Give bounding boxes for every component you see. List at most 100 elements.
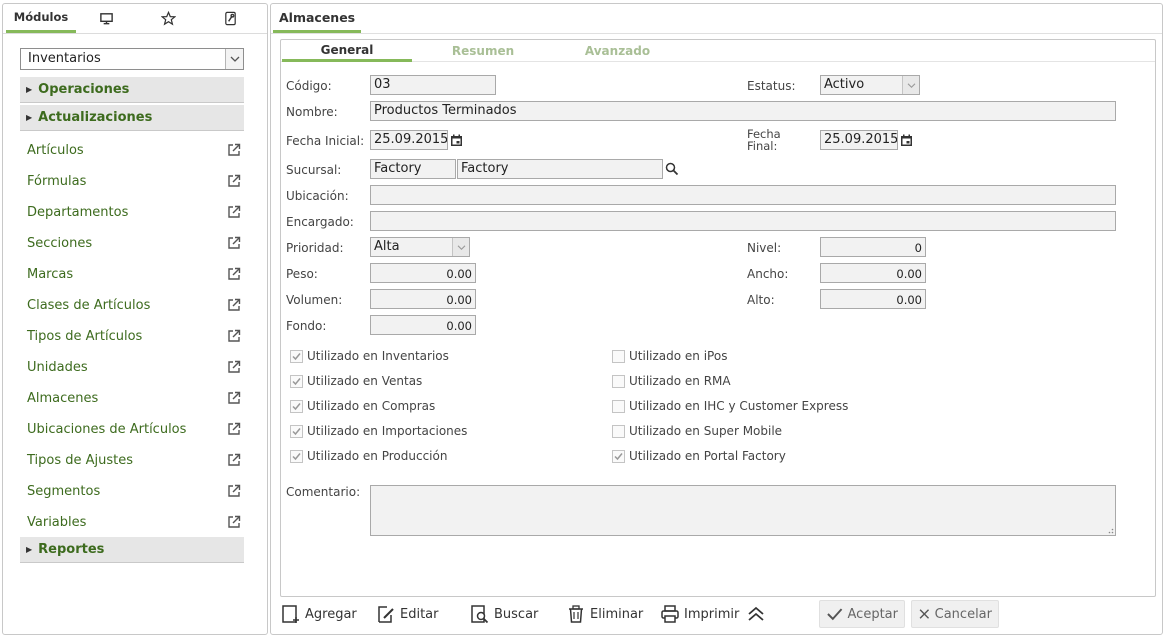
checkbox[interactable] xyxy=(290,374,303,388)
external-link-icon[interactable] xyxy=(227,453,241,467)
buscar-button[interactable]: Buscar xyxy=(470,600,538,628)
checkbox-row[interactable]: Utilizado en Producción xyxy=(290,448,447,464)
checkbox[interactable] xyxy=(290,349,303,363)
nav-item[interactable]: Marcas xyxy=(27,264,241,284)
volumen-field[interactable]: 0.00 xyxy=(370,289,476,309)
nav-item[interactable]: Variables xyxy=(27,512,241,532)
section-reportes[interactable]: ▶ Reportes xyxy=(20,537,244,563)
ancho-field[interactable]: 0.00 xyxy=(820,263,926,283)
wrench-icon[interactable] xyxy=(215,4,245,33)
agregar-button[interactable]: Agregar xyxy=(281,600,357,628)
checkbox[interactable] xyxy=(290,449,303,463)
nav-item[interactable]: Tipos de Ajustes xyxy=(27,450,241,470)
prioridad-select[interactable]: Alta xyxy=(370,237,470,257)
comentario-textarea[interactable] xyxy=(370,485,1116,536)
tab-modulos[interactable]: Módulos xyxy=(6,4,76,33)
external-link-icon[interactable] xyxy=(227,205,241,219)
nav-item[interactable]: Secciones xyxy=(27,233,241,253)
nav-item[interactable]: Departamentos xyxy=(27,202,241,222)
sucursal-name-field[interactable]: Factory xyxy=(457,159,663,179)
checkbox-row[interactable]: Utilizado en iPos xyxy=(612,348,727,364)
external-link-icon[interactable] xyxy=(227,360,241,374)
calendar-icon[interactable] xyxy=(900,134,913,147)
checkbox[interactable] xyxy=(612,399,625,413)
nombre-field[interactable]: Productos Terminados xyxy=(370,101,1116,121)
checkbox[interactable] xyxy=(290,399,303,413)
nav-item[interactable]: Segmentos xyxy=(27,481,241,501)
external-link-icon[interactable] xyxy=(227,298,241,312)
tab-resumen[interactable]: Resumen xyxy=(433,40,533,62)
search-icon[interactable] xyxy=(665,162,679,176)
checkbox[interactable] xyxy=(612,424,625,438)
section-actualizaciones-label: Actualizaciones xyxy=(38,110,153,125)
external-link-icon[interactable] xyxy=(227,515,241,529)
external-link-icon[interactable] xyxy=(227,422,241,436)
imprimir-button[interactable]: Imprimir xyxy=(660,600,739,628)
checkbox[interactable] xyxy=(612,449,625,463)
estatus-select[interactable]: Activo xyxy=(820,75,920,95)
eliminar-button[interactable]: Eliminar xyxy=(566,600,643,628)
checkbox-row[interactable]: Utilizado en Portal Factory xyxy=(612,448,786,464)
checkbox-label: Utilizado en RMA xyxy=(629,374,731,388)
nivel-field[interactable]: 0 xyxy=(820,237,926,257)
aceptar-button[interactable]: Aceptar xyxy=(819,600,905,628)
checkbox-row[interactable]: Utilizado en Super Mobile xyxy=(612,423,782,439)
external-link-icon[interactable] xyxy=(227,267,241,281)
section-operaciones[interactable]: ▶ Operaciones xyxy=(20,77,244,103)
nav-item-label: Unidades xyxy=(27,359,88,375)
checkbox-row[interactable]: Utilizado en Compras xyxy=(290,398,435,414)
encargado-field[interactable] xyxy=(370,211,1116,231)
nav-item[interactable]: Ubicaciones de Artículos xyxy=(27,419,241,439)
module-select[interactable]: Inventarios xyxy=(20,48,244,70)
peso-field[interactable]: 0.00 xyxy=(370,263,476,283)
checkbox-label: Utilizado en Portal Factory xyxy=(629,449,786,463)
external-link-icon[interactable] xyxy=(227,236,241,250)
nav-item[interactable]: Unidades xyxy=(27,357,241,377)
chevron-down-icon[interactable] xyxy=(225,49,243,69)
sucursal-code-field[interactable]: Factory xyxy=(370,159,456,179)
module-select-value: Inventarios xyxy=(28,51,101,66)
search-document-icon xyxy=(471,605,489,624)
tab-general[interactable]: General xyxy=(282,40,412,62)
form-tabbar: General Resumen Avanzado xyxy=(281,40,1155,62)
sucursal-name-value: Factory xyxy=(461,161,509,176)
nav-item[interactable]: Artículos xyxy=(27,140,241,160)
calendar-icon[interactable] xyxy=(450,134,463,147)
checkbox[interactable] xyxy=(612,349,625,363)
window-title[interactable]: Almacenes xyxy=(273,4,362,33)
checkbox-row[interactable]: Utilizado en Ventas xyxy=(290,373,422,389)
monitor-icon[interactable] xyxy=(91,4,121,33)
codigo-field[interactable]: 03 xyxy=(370,75,496,95)
alto-field[interactable]: 0.00 xyxy=(820,289,926,309)
nav-item[interactable]: Fórmulas xyxy=(27,171,241,191)
fecha-final-field[interactable]: 25.09.2015 xyxy=(820,130,898,150)
fondo-field[interactable]: 0.00 xyxy=(370,315,476,335)
editar-button[interactable]: Editar xyxy=(376,600,439,628)
star-icon[interactable] xyxy=(153,4,183,33)
external-link-icon[interactable] xyxy=(227,174,241,188)
checkbox-row[interactable]: Utilizado en IHC y Customer Express xyxy=(612,398,848,414)
checkbox-row[interactable]: Utilizado en Importaciones xyxy=(290,423,467,439)
checkbox-row[interactable]: Utilizado en Inventarios xyxy=(290,348,449,364)
collapse-toolbar-button[interactable] xyxy=(746,600,770,628)
cancelar-button[interactable]: Cancelar xyxy=(911,600,999,628)
chevron-down-icon[interactable] xyxy=(902,76,919,94)
fecha-inicial-field[interactable]: 25.09.2015 xyxy=(370,130,448,150)
checkbox[interactable] xyxy=(290,424,303,438)
section-operaciones-label: Operaciones xyxy=(38,82,130,97)
nav-item[interactable]: Clases de Artículos xyxy=(27,295,241,315)
resize-grip-icon[interactable] xyxy=(1106,526,1114,534)
checkbox-row[interactable]: Utilizado en RMA xyxy=(612,373,731,389)
ubicacion-label: Ubicación: xyxy=(286,189,349,203)
section-actualizaciones[interactable]: ▶ Actualizaciones xyxy=(20,105,244,131)
nav-item[interactable]: Almacenes xyxy=(27,388,241,408)
nav-item[interactable]: Tipos de Artículos xyxy=(27,326,241,346)
tab-avanzado[interactable]: Avanzado xyxy=(565,40,670,62)
external-link-icon[interactable] xyxy=(227,484,241,498)
checkbox[interactable] xyxy=(612,374,625,388)
external-link-icon[interactable] xyxy=(227,391,241,405)
external-link-icon[interactable] xyxy=(227,329,241,343)
external-link-icon[interactable] xyxy=(227,143,241,157)
ubicacion-field[interactable] xyxy=(370,185,1116,205)
chevron-down-icon[interactable] xyxy=(452,238,469,256)
